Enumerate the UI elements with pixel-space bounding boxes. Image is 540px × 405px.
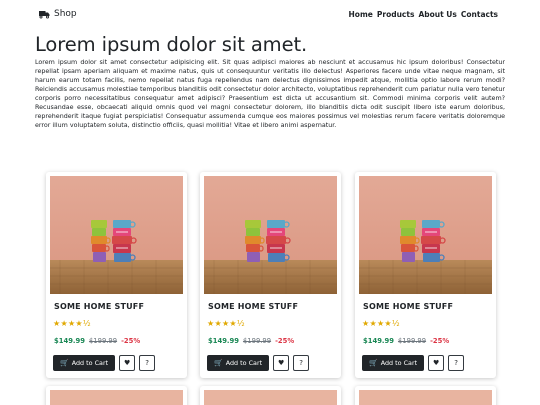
navbar: Shop Home Products About Us Contacts [0, 0, 540, 30]
star-rating: ★★★★½ [362, 319, 400, 328]
price-row: $149.99 $199.99 -25% [363, 337, 449, 345]
discount-badge: -25% [121, 337, 141, 345]
stars-full: ★★★★ [362, 319, 392, 328]
cart-icon: 🛒 [214, 359, 223, 367]
old-price: $199.99 [88, 337, 118, 345]
stars-full: ★★★★ [53, 319, 83, 328]
nav-link-about-us[interactable]: About Us [418, 10, 456, 19]
product-image[interactable] [50, 390, 183, 405]
nav-links: Home Products About Us Contacts [349, 10, 498, 19]
question-icon: ? [454, 359, 458, 367]
add-to-cart-button[interactable]: 🛒 Add to Cart [53, 355, 116, 371]
details-button[interactable]: ? [293, 355, 310, 371]
cart-icon: 🛒 [60, 359, 69, 367]
price-row: $149.99 $199.99 -25% [54, 337, 140, 345]
brand-name: Shop [54, 9, 77, 19]
add-to-cart-button[interactable]: 🛒 Add to Cart [362, 355, 425, 371]
star-half: ½ [391, 319, 400, 328]
discount-badge: -25% [275, 337, 295, 345]
discount-badge: -25% [430, 337, 450, 345]
star-half: ½ [82, 319, 91, 328]
heart-icon: ♥ [432, 359, 440, 367]
question-icon: ? [299, 359, 303, 367]
nav-link-contacts[interactable]: Contacts [461, 10, 498, 19]
product-image[interactable] [204, 390, 337, 405]
product-title: SOME HOME STUFF [208, 302, 299, 311]
brand-link[interactable]: Shop [39, 9, 77, 19]
card-actions: 🛒 Add to Cart ♥ ? [362, 355, 465, 371]
details-button[interactable]: ? [448, 355, 465, 371]
old-price: $199.99 [397, 337, 427, 345]
cart-icon: 🛒 [369, 359, 378, 367]
details-button[interactable]: ? [139, 355, 156, 371]
truck-icon [39, 10, 50, 18]
price: $149.99 [208, 337, 239, 345]
wishlist-button[interactable]: ♥ [119, 355, 136, 371]
price: $149.99 [363, 337, 394, 345]
product-card: SOME HOME STUFF ★★★★½ $149.99 $199.99 -2… [200, 172, 341, 378]
stars-full: ★★★★ [207, 319, 237, 328]
product-card [200, 386, 341, 405]
intro-paragraph: Lorem ipsum dolor sit amet consectetur a… [35, 59, 505, 130]
add-to-cart-label: Add to Cart [380, 359, 418, 367]
price-row: $149.99 $199.99 -25% [208, 337, 294, 345]
star-rating: ★★★★½ [53, 319, 91, 328]
nav-link-products[interactable]: Products [377, 10, 415, 19]
add-to-cart-label: Add to Cart [71, 359, 109, 367]
product-image[interactable] [359, 390, 492, 405]
star-rating: ★★★★½ [207, 319, 245, 328]
product-card: SOME HOME STUFF ★★★★½ $149.99 $199.99 -2… [46, 172, 187, 378]
add-to-cart-button[interactable]: 🛒 Add to Cart [207, 355, 270, 371]
product-image[interactable] [359, 176, 492, 294]
product-image[interactable] [50, 176, 183, 294]
question-icon: ? [145, 359, 149, 367]
nav-link-home[interactable]: Home [349, 10, 373, 19]
star-half: ½ [236, 319, 245, 328]
product-title: SOME HOME STUFF [54, 302, 145, 311]
price: $149.99 [54, 337, 85, 345]
page-title: Lorem ipsum dolor sit amet. [35, 33, 308, 56]
old-price: $199.99 [242, 337, 272, 345]
card-actions: 🛒 Add to Cart ♥ ? [207, 355, 310, 371]
product-title: SOME HOME STUFF [363, 302, 454, 311]
product-card: SOME HOME STUFF ★★★★½ $149.99 $199.99 -2… [355, 172, 496, 378]
wishlist-button[interactable]: ♥ [273, 355, 290, 371]
heart-icon: ♥ [277, 359, 285, 367]
product-image[interactable] [204, 176, 337, 294]
heart-icon: ♥ [123, 359, 131, 367]
wishlist-button[interactable]: ♥ [428, 355, 445, 371]
product-card [46, 386, 187, 405]
add-to-cart-label: Add to Cart [225, 359, 263, 367]
card-actions: 🛒 Add to Cart ♥ ? [53, 355, 156, 371]
product-card [355, 386, 496, 405]
